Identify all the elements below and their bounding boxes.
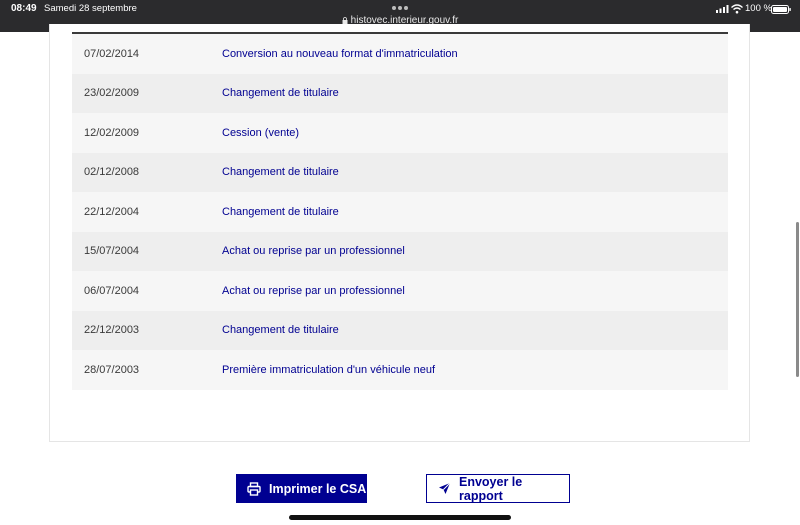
print-csa-button[interactable]: Imprimer le CSA: [236, 474, 367, 503]
printer-icon: [247, 481, 261, 496]
row-operation: Achat ou reprise par un professionnel: [222, 245, 405, 258]
lock-icon: [342, 17, 348, 24]
table-row: 28/07/2003 Première immatriculation d'un…: [72, 350, 728, 390]
row-operation: Achat ou reprise par un professionnel: [222, 284, 405, 297]
send-button-label: Envoyer le rapport: [459, 474, 523, 503]
battery-percent: 100 %: [745, 3, 772, 14]
row-operation: Cession (vente): [222, 126, 300, 139]
row-date: 23/02/2009: [84, 87, 140, 100]
table-row: 12/02/2009 Cession (vente): [72, 113, 728, 153]
row-operation: Changement de titulaire: [222, 166, 339, 179]
table-row: 23/02/2009 Changement de titulaire: [72, 73, 728, 113]
table-row: 22/12/2003 Changement de titulaire: [72, 310, 728, 350]
status-time: 08:49: [11, 3, 37, 14]
row-operation: Changement de titulaire: [222, 205, 339, 218]
table-row: 02/12/2008 Changement de titulaire: [72, 152, 728, 192]
signal-icon: [716, 5, 729, 13]
row-operation: Changement de titulaire: [222, 87, 339, 100]
send-report-button[interactable]: Envoyer le rapport: [426, 474, 570, 503]
row-date: 12/02/2009: [84, 126, 140, 139]
more-dots-icon[interactable]: [392, 6, 408, 10]
row-date: 22/12/2004: [84, 205, 140, 218]
status-date: Samedi 28 septembre: [44, 3, 137, 14]
table-row: 06/07/2004 Achat ou reprise par un profe…: [72, 271, 728, 311]
row-date: 28/07/2003: [84, 363, 140, 376]
home-indicator[interactable]: [289, 515, 511, 520]
row-date: 15/07/2004: [84, 245, 140, 258]
paper-plane-icon: [439, 482, 451, 494]
row-operation: Conversion au nouveau format d'immatricu…: [222, 47, 458, 60]
row-operation: Première immatriculation d'un véhicule n…: [222, 363, 436, 376]
history-table: 07/02/2014 Conversion au nouveau format …: [72, 34, 728, 390]
row-date: 22/12/2003: [84, 324, 140, 337]
table-row: 22/12/2004 Changement de titulaire: [72, 192, 728, 232]
table-row: 07/02/2014 Conversion au nouveau format …: [72, 34, 728, 74]
page-scrollbar[interactable]: [796, 222, 799, 377]
row-date: 06/07/2004: [84, 284, 140, 297]
row-operation: Changement de titulaire: [222, 324, 339, 337]
row-date: 07/02/2014: [84, 47, 140, 60]
print-button-label: Imprimer le CSA: [269, 481, 367, 496]
wifi-icon: [731, 4, 743, 14]
table-row: 15/07/2004 Achat ou reprise par un profe…: [72, 231, 728, 271]
battery-icon: [771, 5, 791, 14]
row-date: 02/12/2008: [84, 166, 140, 179]
